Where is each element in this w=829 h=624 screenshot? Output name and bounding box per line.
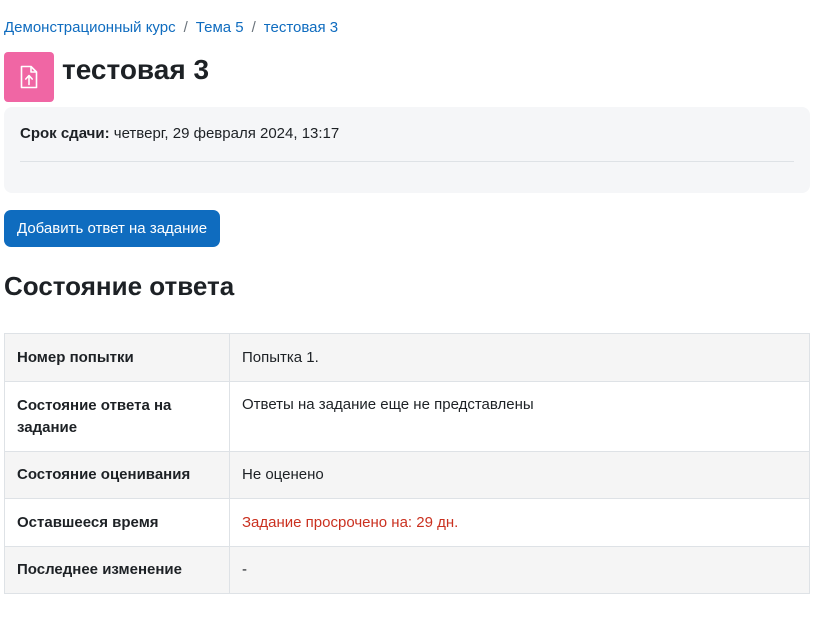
- row-value: -: [229, 546, 810, 594]
- breadcrumb-separator: /: [251, 19, 256, 36]
- due-date: Срок сдачи: четверг, 29 февраля 2024, 13…: [20, 124, 339, 144]
- breadcrumb-item-activity[interactable]: тестовая 3: [264, 19, 338, 36]
- breadcrumb-item-course[interactable]: Демонстрационный курс: [4, 19, 176, 36]
- row-value: Не оценено: [229, 451, 810, 499]
- row-label: Номер попытки: [4, 333, 230, 382]
- breadcrumb: Демонстрационный курс / Тема 5 / тестовая 3: [4, 18, 338, 38]
- page-header: тестовая 3: [4, 52, 209, 102]
- assignment-upload-icon: [4, 52, 54, 102]
- breadcrumb-item-section[interactable]: Тема 5: [196, 19, 244, 36]
- page-title: тестовая 3: [62, 54, 210, 85]
- add-submission-button[interactable]: Добавить ответ на задание: [4, 210, 221, 247]
- row-label: Состояние ответа на задание: [4, 381, 230, 452]
- table-row: Состояние ответа на задание Ответы на за…: [4, 381, 810, 452]
- breadcrumb-separator: /: [183, 19, 188, 36]
- row-value: Попытка 1.: [229, 333, 810, 382]
- submission-status-table: Номер попытки Попытка 1. Состояние ответ…: [4, 333, 810, 594]
- activity-dates: Срок сдачи: четверг, 29 февраля 2024, 13…: [4, 107, 810, 193]
- due-date-value: четверг, 29 февраля 2024, 13:17: [113, 125, 340, 142]
- row-value: Ответы на задание еще не представлены: [229, 381, 810, 452]
- row-value-overdue: Задание просрочено на: 29 дн.: [229, 498, 810, 547]
- table-row: Состояние оценивания Не оценено: [4, 451, 810, 499]
- table-row: Оставшееся время Задание просрочено на: …: [4, 498, 810, 547]
- row-label: Состояние оценивания: [4, 451, 230, 499]
- table-row: Последнее изменение -: [4, 546, 810, 594]
- table-row: Номер попытки Попытка 1.: [4, 333, 810, 382]
- row-label: Оставшееся время: [4, 498, 230, 547]
- submission-status-title: Состояние ответа: [4, 271, 235, 301]
- due-date-label: Срок сдачи:: [20, 125, 110, 142]
- dates-divider: [20, 161, 794, 162]
- row-label: Последнее изменение: [4, 546, 230, 594]
